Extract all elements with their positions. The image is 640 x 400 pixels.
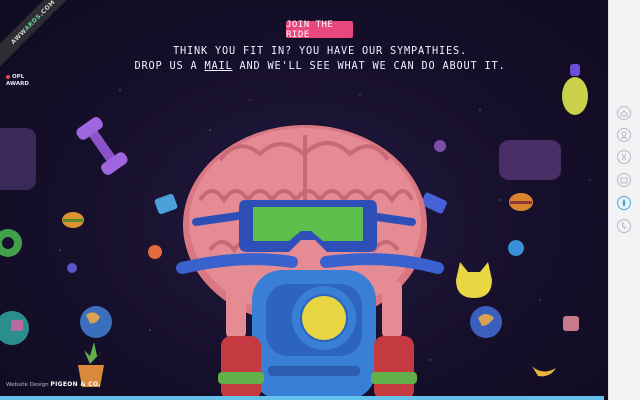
nav-team-icon[interactable] xyxy=(617,128,631,142)
nav-work-icon[interactable] xyxy=(617,150,631,164)
purple-cushion-right xyxy=(499,140,561,180)
nav-careers-icon[interactable] xyxy=(617,196,631,210)
join-the-ride-button[interactable]: JOIN THE RIDE xyxy=(286,20,353,40)
nav-home-icon[interactable] xyxy=(617,106,631,120)
purple-dumbbell xyxy=(76,116,128,176)
progress-bar xyxy=(0,396,604,400)
opl-award-badge[interactable]: OPL AWARD xyxy=(6,74,29,88)
credit-prefix: Website Design xyxy=(6,382,51,388)
tagline-text-after: AND WE'LL SEE WHAT WE CAN DO ABOUT IT. xyxy=(232,60,506,72)
globe-left xyxy=(80,306,112,338)
right-shoe xyxy=(374,336,414,400)
credit-name: PIGEON & CO. xyxy=(50,381,101,388)
sidebar-nav xyxy=(608,0,640,400)
globe-right xyxy=(470,306,502,338)
burger-right xyxy=(509,193,533,211)
opl-award-label: AWARD xyxy=(6,81,29,87)
tagline-line-1: THINK YOU FIT IN? YOU HAVE OUR SYMPATHIE… xyxy=(173,45,467,57)
left-shoe xyxy=(221,336,261,400)
pink-cube xyxy=(563,316,579,331)
purple-cushion-left xyxy=(0,128,36,190)
burger-left xyxy=(62,212,84,228)
small-cube xyxy=(11,320,23,331)
opl-label: OPL xyxy=(12,74,25,80)
heart-icon xyxy=(6,74,10,79)
tagline-line-2: DROP US A MAIL AND WE'LL SEE WHAT WE CAN… xyxy=(0,60,640,72)
rainbow-block xyxy=(154,193,178,215)
mail-link[interactable]: MAIL xyxy=(205,60,233,72)
yellow-cat xyxy=(456,262,492,298)
nav-contact-icon[interactable] xyxy=(617,219,631,233)
nav-services-icon[interactable] xyxy=(617,173,631,187)
tagline-text-before: DROP US A xyxy=(134,60,205,72)
website-credit[interactable]: Website Design PIGEON & CO. xyxy=(6,381,101,388)
yellow-banana xyxy=(532,366,556,377)
